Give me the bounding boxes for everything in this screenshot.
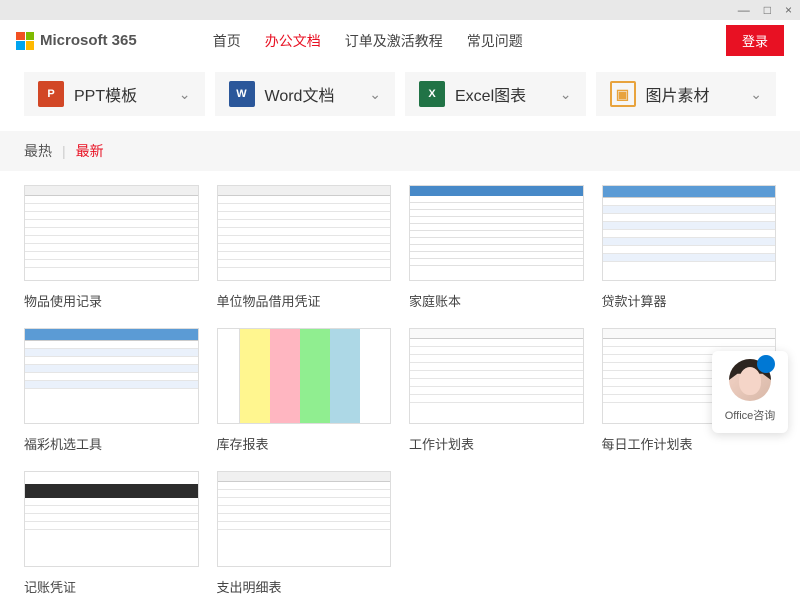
login-button[interactable]: 登录 — [726, 25, 784, 56]
support-avatar — [729, 359, 771, 401]
template-card[interactable]: 福彩机选工具 — [24, 328, 199, 453]
template-thumb — [24, 328, 199, 424]
template-thumb — [602, 185, 777, 281]
category-ppt-label: PPT模板 — [74, 82, 137, 106]
template-title: 贷款计算器 — [602, 291, 777, 310]
chevron-down-icon: ⌄ — [560, 86, 572, 103]
divider: | — [62, 143, 66, 159]
category-image-label: 图片素材 — [646, 82, 710, 106]
support-widget[interactable]: Office咨询 — [712, 351, 788, 433]
main-nav: 首页 办公文档 订单及激活教程 常见问题 — [213, 31, 523, 51]
template-card[interactable]: 库存报表 — [217, 328, 392, 453]
chevron-down-icon: ⌄ — [750, 86, 762, 103]
template-card[interactable]: 物品使用记录 — [24, 185, 199, 310]
filter-new[interactable]: 最新 — [76, 141, 104, 161]
template-title: 每日工作计划表 — [602, 434, 777, 453]
template-title: 物品使用记录 — [24, 291, 199, 310]
category-excel[interactable]: X Excel图表 ⌄ — [405, 72, 586, 116]
template-card[interactable]: 记账凭证 — [24, 471, 199, 596]
close-button[interactable]: × — [785, 3, 792, 17]
word-icon: W — [229, 81, 255, 107]
filter-bar: 最热 | 最新 — [0, 131, 800, 171]
category-word-label: Word文档 — [265, 82, 335, 106]
category-bar: P PPT模板 ⌄ W Word文档 ⌄ X Excel图表 ⌄ ▣ 图片素材 … — [0, 62, 800, 131]
support-label: Office咨询 — [718, 407, 782, 423]
template-title: 福彩机选工具 — [24, 434, 199, 453]
template-title: 工作计划表 — [409, 434, 584, 453]
microsoft-logo-icon — [16, 32, 34, 50]
minimize-button[interactable]: — — [738, 3, 750, 17]
brand-logo: Microsoft 365 — [16, 32, 137, 50]
window-titlebar: — □ × — [0, 0, 800, 20]
chevron-down-icon: ⌄ — [369, 86, 381, 103]
template-card[interactable]: 贷款计算器 — [602, 185, 777, 310]
excel-icon: X — [419, 81, 445, 107]
category-word[interactable]: W Word文档 ⌄ — [215, 72, 396, 116]
template-thumb — [409, 328, 584, 424]
template-thumb — [24, 185, 199, 281]
template-card[interactable]: 支出明细表 — [217, 471, 392, 596]
brand-name: Microsoft 365 — [40, 32, 137, 49]
template-thumb — [217, 185, 392, 281]
template-title: 单位物品借用凭证 — [217, 291, 392, 310]
powerpoint-icon: P — [38, 81, 64, 107]
header: Microsoft 365 首页 办公文档 订单及激活教程 常见问题 登录 — [0, 20, 800, 62]
chevron-down-icon: ⌄ — [179, 86, 191, 103]
template-title: 支出明细表 — [217, 577, 392, 596]
maximize-button[interactable]: □ — [764, 3, 771, 17]
template-title: 记账凭证 — [24, 577, 199, 596]
template-title: 家庭账本 — [409, 291, 584, 310]
category-image[interactable]: ▣ 图片素材 ⌄ — [596, 72, 777, 116]
nav-faq[interactable]: 常见问题 — [467, 31, 523, 51]
category-excel-label: Excel图表 — [455, 82, 526, 106]
template-title: 库存报表 — [217, 434, 392, 453]
template-thumb — [217, 471, 392, 567]
nav-home[interactable]: 首页 — [213, 31, 241, 51]
template-card[interactable]: 工作计划表 — [409, 328, 584, 453]
template-card[interactable]: 单位物品借用凭证 — [217, 185, 392, 310]
filter-hot[interactable]: 最热 — [24, 141, 52, 161]
nav-office-docs[interactable]: 办公文档 — [265, 31, 321, 51]
template-thumb — [217, 328, 392, 424]
template-grid: 物品使用记录 单位物品借用凭证 家庭账本 贷款计算器 福彩机选工具 库存报表 工… — [0, 171, 800, 610]
template-thumb — [24, 471, 199, 567]
template-card[interactable]: 家庭账本 — [409, 185, 584, 310]
category-ppt[interactable]: P PPT模板 ⌄ — [24, 72, 205, 116]
nav-orders[interactable]: 订单及激活教程 — [345, 31, 443, 51]
image-icon: ▣ — [610, 81, 636, 107]
template-thumb — [409, 185, 584, 281]
